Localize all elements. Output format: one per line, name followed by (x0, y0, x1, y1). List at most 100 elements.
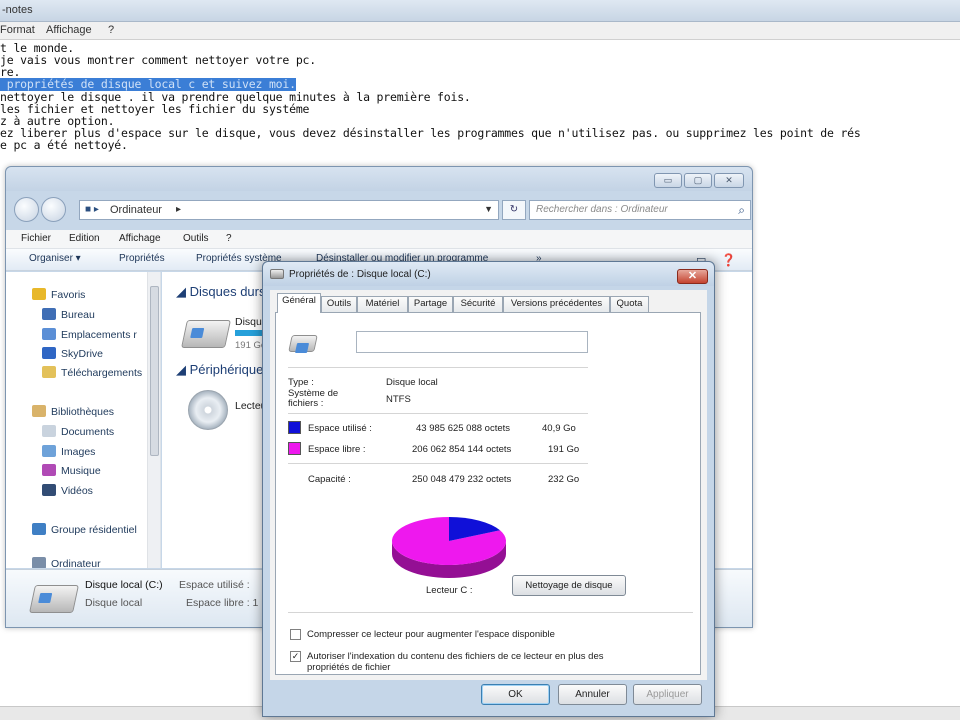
breadcrumb-arrow-icon[interactable]: ▸ (176, 204, 181, 215)
navigation-pane: Favoris Bureau Emplacements r SkyDrive T… (6, 272, 161, 568)
compress-checkbox[interactable] (290, 629, 301, 640)
tab-materiel[interactable]: Matériel (357, 296, 408, 312)
breadcrumb-ordinateur[interactable]: Ordinateur (110, 204, 162, 216)
tab-versions-precedentes[interactable]: Versions précédentes (503, 296, 610, 312)
separator (288, 413, 588, 414)
drive-icon (288, 335, 318, 352)
address-bar[interactable]: ■ ▸ Ordinateur ▸ ▼ (79, 200, 499, 220)
navigation-scrollbar[interactable] (147, 272, 160, 568)
drive-icon (270, 269, 284, 279)
tab-general[interactable]: Général (277, 293, 321, 313)
music-icon (42, 464, 56, 476)
minimize-button[interactable]: ▭ (654, 173, 682, 188)
tab-outils[interactable]: Outils (321, 296, 357, 312)
pictures-icon (42, 445, 56, 457)
selected-drive-icon (29, 585, 79, 613)
notepad-menu-format[interactable]: Format (0, 24, 35, 36)
nav-favoris[interactable]: Favoris (32, 288, 85, 304)
refresh-button[interactable]: ↻ (502, 200, 526, 220)
nav-documents[interactable]: Documents (42, 425, 114, 441)
ok-button[interactable]: OK (481, 684, 550, 705)
index-label[interactable]: Autoriser l'indexation du contenu des fi… (307, 651, 637, 673)
dialog-close-button[interactable]: ✕ (677, 269, 708, 284)
nav-bureau[interactable]: Bureau (42, 308, 95, 324)
help-icon[interactable]: ❓ (721, 253, 736, 267)
dialog-title: Propriétés de : Disque local (C:) (289, 269, 431, 280)
close-button[interactable]: ✕ (714, 173, 744, 188)
notepad-menu-help[interactable]: ? (108, 24, 114, 36)
separator (288, 463, 588, 464)
desktop-icon (42, 308, 56, 320)
tab-partage[interactable]: Partage (408, 296, 453, 312)
chevron-down-icon[interactable]: ▼ (484, 204, 493, 214)
menu-edition[interactable]: Edition (69, 233, 100, 244)
search-placeholder: Rechercher dans : Ordinateur (536, 204, 668, 215)
type-label: Type : (288, 377, 314, 388)
separator (288, 612, 693, 613)
nav-ordinateur[interactable]: Ordinateur (32, 557, 101, 568)
capacity-size: 232 Go (548, 474, 580, 485)
back-button[interactable] (14, 197, 39, 222)
menu-affichage[interactable]: Affichage (119, 233, 161, 244)
scrollbar-thumb[interactable] (150, 286, 159, 456)
apply-button[interactable]: Appliquer (633, 684, 702, 705)
cloud-icon (42, 347, 56, 359)
menu-fichier[interactable]: Fichier (21, 233, 51, 244)
disk-usage-pie-chart (392, 517, 506, 578)
library-icon (32, 405, 46, 417)
videos-icon (42, 484, 56, 496)
nav-videos[interactable]: Vidéos (42, 484, 93, 500)
details-used-label: Espace utilisé : (179, 579, 250, 591)
explorer-address-row: ■ ▸ Ordinateur ▸ ▼ ↻ Rechercher dans : O… (14, 195, 752, 225)
maximize-button[interactable]: ▢ (684, 173, 712, 188)
free-space-label: Espace libre : (308, 444, 366, 455)
compress-label[interactable]: Compresser ce lecteur pour augmenter l'e… (307, 629, 555, 640)
used-space-label: Espace utilisé : (308, 423, 372, 434)
index-checkbox[interactable]: ✓ (290, 651, 301, 662)
used-space-bytes: 43 985 625 088 octets (416, 423, 511, 434)
hard-drive-icon[interactable] (181, 320, 231, 348)
nav-groupe-residentiel[interactable]: Groupe résidentiel (32, 523, 137, 539)
capacity-bytes: 250 048 479 232 octets (412, 474, 512, 485)
proprietes-button[interactable]: Propriétés (119, 253, 165, 264)
notepad-title: -notes (2, 4, 33, 16)
recent-places-icon (42, 328, 56, 340)
documents-icon (42, 425, 56, 437)
nav-bibliotheques[interactable]: Bibliothèques (32, 405, 114, 421)
nav-images[interactable]: Images (42, 445, 95, 461)
forward-button[interactable] (41, 197, 66, 222)
group-disques-durs[interactable]: ◢ Disques durs (176, 284, 265, 300)
group-peripheriques[interactable]: ◢ Périphériques (176, 362, 270, 378)
details-type: Disque local (85, 597, 143, 609)
free-space-size: 191 Go (548, 444, 580, 455)
nav-telechargements[interactable]: Téléchargements (42, 366, 142, 382)
cd-drive-icon[interactable] (188, 390, 228, 430)
used-space-size: 40,9 Go (542, 423, 576, 434)
menu-outils[interactable]: Outils (183, 233, 209, 244)
dialog-caption: Propriétés de : Disque local (C:) ✕ (263, 262, 714, 286)
organiser-button[interactable]: Organiser ▾ (29, 253, 81, 264)
nav-emplacements-recents[interactable]: Emplacements r (42, 328, 137, 344)
cancel-button[interactable]: Annuler (558, 684, 627, 705)
type-value: Disque local (386, 377, 438, 388)
computer-icon: ■ ▸ (85, 204, 99, 215)
explorer-menu-bar: Fichier Edition Affichage Outils ? (6, 230, 752, 249)
notepad-title-bar: -notes (0, 0, 960, 22)
notepad-menu-affichage[interactable]: Affichage (46, 24, 92, 36)
filesystem-label: Système de fichiers : (288, 388, 339, 409)
nav-musique[interactable]: Musique (42, 464, 101, 480)
search-icon[interactable]: ⌕ (738, 203, 745, 218)
explorer-caption: ▭ ▢ ✕ (6, 167, 752, 191)
search-input[interactable]: Rechercher dans : Ordinateur ⌕ (529, 200, 751, 220)
nav-skydrive[interactable]: SkyDrive (42, 347, 103, 363)
tab-securite[interactable]: Sécurité (453, 296, 503, 312)
separator (288, 367, 588, 368)
volume-name-input[interactable] (356, 331, 588, 353)
homegroup-icon (32, 523, 46, 535)
disk-cleanup-button[interactable]: Nettoyage de disque (512, 575, 626, 596)
download-folder-icon (42, 366, 56, 378)
menu-help[interactable]: ? (226, 233, 232, 244)
free-space-bytes: 206 062 854 144 octets (412, 444, 512, 455)
free-space-swatch (288, 442, 301, 455)
tab-quota[interactable]: Quota (610, 296, 649, 312)
